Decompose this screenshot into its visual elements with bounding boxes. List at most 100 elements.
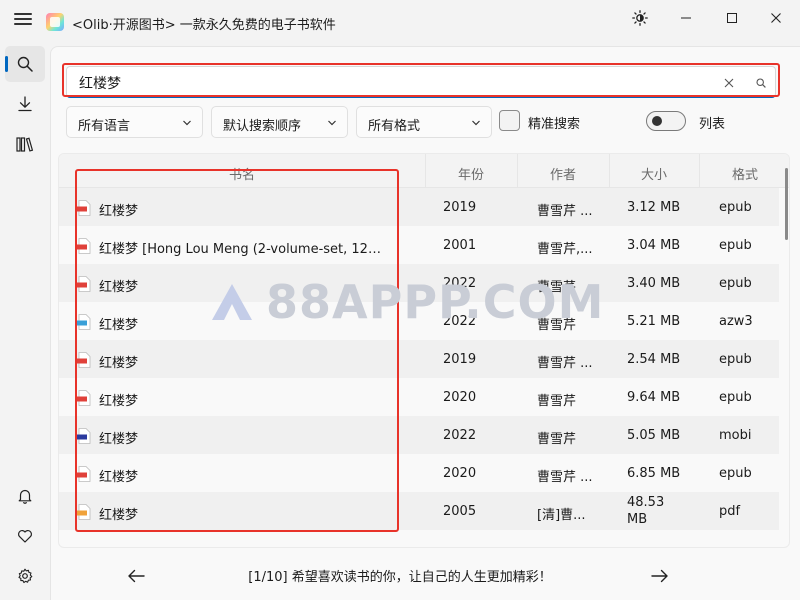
book-author: 曹雪芹 ... xyxy=(537,204,593,219)
language-dropdown[interactable]: 所有语言 xyxy=(66,106,203,138)
library-icon xyxy=(16,137,34,152)
chevron-down-icon xyxy=(472,120,480,126)
book-author: 曹雪芹 ... xyxy=(537,470,593,485)
table-scrollbar[interactable] xyxy=(785,168,788,240)
epub-file-icon xyxy=(77,352,91,368)
table-row[interactable]: 红楼梦 2022 曹雪芹 5.21 MB azw3 xyxy=(59,302,779,340)
results-table: 书名 年份 作者 大小 格式 红楼梦 2019 曹雪芹 ... 3.12 MB epub… xyxy=(58,153,790,548)
book-author: 曹雪芹 xyxy=(537,394,577,409)
book-format: epub xyxy=(719,238,752,253)
book-format: epub xyxy=(719,390,752,405)
book-author: 曹雪芹 xyxy=(537,432,577,447)
list-view-toggle[interactable] xyxy=(646,111,686,131)
book-year: 2019 xyxy=(443,352,477,367)
table-row[interactable]: 红楼梦 2020 曹雪芹 9.64 MB epub xyxy=(59,378,779,416)
sidebar-item-search[interactable] xyxy=(5,46,45,82)
heart-icon xyxy=(18,530,32,543)
format-dropdown-label: 所有格式 xyxy=(368,119,421,134)
book-format: epub xyxy=(719,352,752,367)
book-year: 2022 xyxy=(443,314,477,329)
exact-search-checkbox[interactable] xyxy=(499,110,520,131)
close-icon xyxy=(724,78,734,88)
book-size: 5.21 MB xyxy=(627,314,681,329)
book-year: 2019 xyxy=(443,200,477,215)
table-row[interactable]: 红楼梦 2020 曹雪芹 ... 6.85 MB epub xyxy=(59,454,779,492)
chevron-down-icon xyxy=(328,120,336,126)
book-author: 曹雪芹 xyxy=(537,318,577,333)
column-header-size[interactable]: 大小 xyxy=(609,164,699,183)
table-row[interactable]: 红楼梦 2019 曹雪芹 ... 2.54 MB epub xyxy=(59,340,779,378)
book-year: 2001 xyxy=(443,238,477,253)
title-bar: <Olib·开源图书> 一款永久免费的电子书软件 xyxy=(0,0,800,36)
format-dropdown[interactable]: 所有格式 xyxy=(356,106,492,138)
search-input[interactable] xyxy=(79,73,679,93)
gear-icon xyxy=(18,568,33,584)
sidebar xyxy=(0,36,50,600)
book-size: 48.53 MB xyxy=(627,495,665,527)
list-view-label: 列表 xyxy=(699,117,726,132)
table-header: 书名 年份 作者 大小 格式 xyxy=(59,154,789,188)
book-author: [清]曹... xyxy=(537,508,586,523)
minimize-button[interactable] xyxy=(666,6,706,30)
book-title: 红楼梦 xyxy=(99,508,139,523)
book-size: 3.04 MB xyxy=(627,238,681,253)
epub-file-icon xyxy=(77,276,91,292)
sidebar-item-settings[interactable] xyxy=(5,558,45,594)
sidebar-item-library[interactable] xyxy=(5,126,45,162)
book-year: 2020 xyxy=(443,466,477,481)
column-header-format[interactable]: 格式 xyxy=(699,164,789,183)
column-header-year[interactable]: 年份 xyxy=(425,164,517,183)
sidebar-item-notifications[interactable] xyxy=(5,478,45,514)
search-submit-button[interactable] xyxy=(751,73,771,93)
table-row[interactable]: 红楼梦 2022 曹雪芹 5.05 MB mobi xyxy=(59,416,779,454)
book-format: epub xyxy=(719,466,752,481)
brightness-icon xyxy=(632,10,648,26)
sort-dropdown[interactable]: 默认搜索顺序 xyxy=(211,106,348,138)
next-page-button[interactable] xyxy=(648,564,672,588)
book-format: mobi xyxy=(719,428,752,443)
theme-toggle-button[interactable] xyxy=(620,6,660,30)
column-header-author[interactable]: 作者 xyxy=(517,164,609,183)
epub-file-icon xyxy=(77,238,91,254)
epub-file-icon xyxy=(77,390,91,406)
book-year: 2022 xyxy=(443,276,477,291)
azw3-file-icon xyxy=(77,314,91,330)
search-box xyxy=(66,66,776,98)
search-icon xyxy=(756,78,766,88)
book-size: 6.85 MB xyxy=(627,466,681,481)
book-year: 2022 xyxy=(443,428,477,443)
close-button[interactable] xyxy=(756,6,796,30)
prev-page-button[interactable] xyxy=(124,564,148,588)
book-format: epub xyxy=(719,276,752,291)
book-author: 曹雪芹 ... xyxy=(537,356,593,371)
table-row[interactable]: 红楼梦 [Hong Lou Meng (2-volume-set, 120 ..… xyxy=(59,226,779,264)
book-title: 红楼梦 xyxy=(99,318,139,333)
book-title: 红楼梦 xyxy=(99,432,139,447)
book-title: 红楼梦 xyxy=(99,204,139,219)
page-status-text: [1/10] 希望喜欢读书的你，让自己的人生更加精彩！ xyxy=(248,570,552,585)
book-title: 红楼梦 xyxy=(99,280,139,295)
table-row[interactable]: 红楼梦 2019 曹雪芹 ... 3.12 MB epub xyxy=(59,188,779,226)
maximize-icon xyxy=(727,13,737,23)
sidebar-item-favorites[interactable] xyxy=(5,518,45,554)
book-title: 红楼梦 [Hong Lou Meng (2-volume-set, 120 ..… xyxy=(99,242,389,257)
book-title: 红楼梦 xyxy=(99,470,139,485)
clear-search-button[interactable] xyxy=(719,73,739,93)
sidebar-item-downloads[interactable] xyxy=(5,86,45,122)
epub-file-icon xyxy=(77,466,91,482)
book-author: 曹雪芹 xyxy=(537,280,577,295)
book-author: 曹雪芹,... xyxy=(537,242,593,257)
maximize-button[interactable] xyxy=(712,6,752,30)
table-row[interactable]: 红楼梦 2005 [清]曹... 48.53 MB pdf xyxy=(59,492,779,530)
column-header-title[interactable]: 书名 xyxy=(59,164,425,183)
book-size: 3.40 MB xyxy=(627,276,681,291)
book-size: 9.64 MB xyxy=(627,390,681,405)
table-row[interactable]: 红楼梦 2022 曹雪芹 3.40 MB epub xyxy=(59,264,779,302)
arrow-left-icon xyxy=(128,569,145,583)
mobi-file-icon xyxy=(77,428,91,444)
book-year: 2020 xyxy=(443,390,477,405)
sort-dropdown-label: 默认搜索顺序 xyxy=(223,119,302,134)
menu-icon[interactable] xyxy=(14,13,32,25)
pdf-file-icon xyxy=(77,504,91,520)
minimize-icon xyxy=(681,17,691,19)
